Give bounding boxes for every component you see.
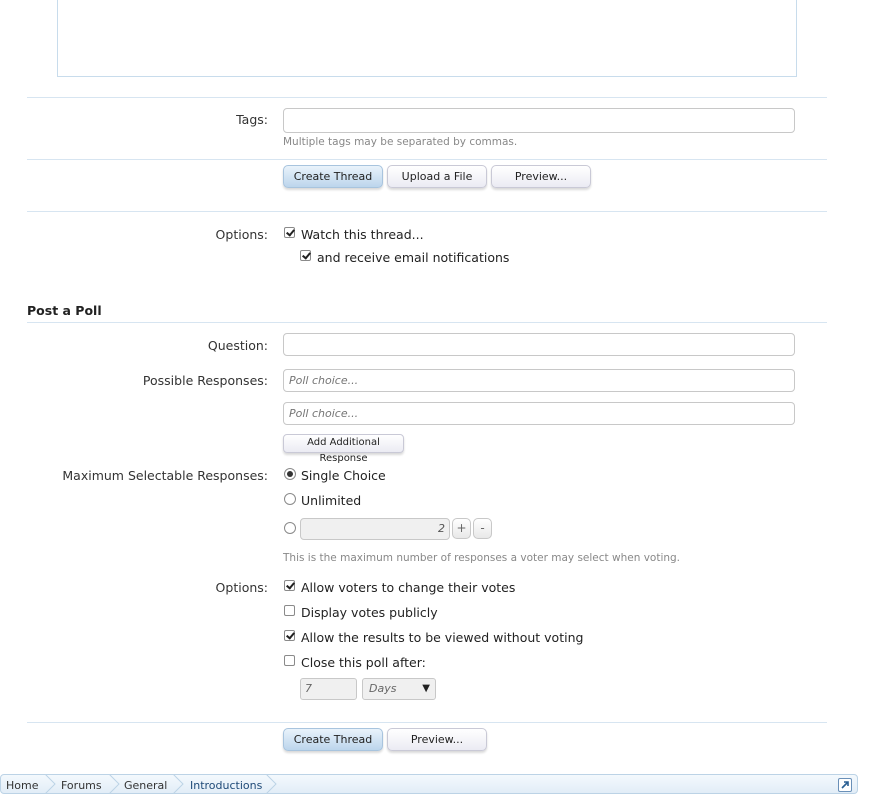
poll-choice-input-1[interactable] bbox=[283, 369, 795, 392]
watch-thread-label: Watch this thread... bbox=[301, 227, 424, 242]
chevron-down-icon: ▼ bbox=[422, 683, 430, 694]
upload-file-button[interactable]: Upload a File bbox=[387, 165, 487, 188]
unlimited-radio[interactable] bbox=[284, 493, 296, 505]
single-choice-radio[interactable] bbox=[284, 468, 296, 480]
breadcrumb: Home Forums General Introductions bbox=[0, 774, 858, 794]
create-thread-button-bottom[interactable]: Create Thread bbox=[283, 728, 383, 751]
email-notify-checkbox[interactable] bbox=[300, 250, 311, 261]
tags-input[interactable] bbox=[283, 108, 795, 133]
breadcrumb-forums[interactable]: Forums bbox=[61, 779, 102, 792]
breadcrumb-home[interactable]: Home bbox=[6, 779, 38, 792]
max-count-input[interactable]: 2 bbox=[300, 518, 450, 540]
breadcrumb-separator-icon bbox=[265, 774, 277, 794]
close-unit-value: Days bbox=[369, 682, 397, 695]
email-notify-label: and receive email notifications bbox=[317, 250, 510, 265]
max-responses-explain: This is the maximum number of responses … bbox=[283, 552, 681, 564]
increment-button[interactable]: + bbox=[452, 518, 471, 539]
question-label: Question: bbox=[207, 338, 268, 353]
add-response-button[interactable]: Add Additional Response bbox=[283, 434, 404, 464]
jump-to-icon[interactable] bbox=[838, 778, 852, 792]
unlimited-label: Unlimited bbox=[301, 493, 362, 508]
close-poll-label: Close this poll after: bbox=[301, 655, 426, 670]
divider bbox=[27, 322, 827, 323]
watch-thread-checkbox[interactable] bbox=[284, 227, 295, 238]
arrow-up-right-icon bbox=[841, 781, 849, 789]
close-after-input[interactable]: 7 bbox=[300, 678, 357, 700]
divider bbox=[27, 722, 827, 723]
breadcrumb-introductions[interactable]: Introductions bbox=[190, 779, 262, 792]
close-unit-select[interactable]: Days ▼ bbox=[362, 678, 436, 700]
create-thread-button[interactable]: Create Thread bbox=[283, 165, 383, 188]
allow-change-label: Allow voters to change their votes bbox=[301, 580, 516, 595]
divider bbox=[27, 211, 827, 212]
divider bbox=[27, 97, 827, 98]
close-poll-checkbox[interactable] bbox=[284, 655, 295, 666]
options-label: Options: bbox=[215, 227, 268, 242]
max-responses-label: Maximum Selectable Responses: bbox=[62, 468, 268, 483]
message-editor[interactable] bbox=[57, 0, 797, 77]
view-results-checkbox[interactable] bbox=[284, 630, 295, 641]
poll-section-title: Post a Poll bbox=[27, 303, 102, 318]
preview-button-bottom[interactable]: Preview... bbox=[387, 728, 487, 751]
responses-label: Possible Responses: bbox=[142, 373, 268, 388]
public-votes-label: Display votes publicly bbox=[301, 605, 438, 620]
tags-explain: Multiple tags may be separated by commas… bbox=[283, 136, 518, 148]
allow-change-checkbox[interactable] bbox=[284, 580, 295, 591]
tags-label: Tags: bbox=[236, 112, 268, 127]
poll-choice-input-2[interactable] bbox=[283, 402, 795, 425]
public-votes-checkbox[interactable] bbox=[284, 605, 295, 616]
decrement-button[interactable]: - bbox=[473, 518, 492, 539]
view-results-label: Allow the results to be viewed without v… bbox=[301, 630, 584, 645]
question-input[interactable] bbox=[283, 333, 795, 356]
single-choice-label: Single Choice bbox=[301, 468, 386, 483]
breadcrumb-general[interactable]: General bbox=[124, 779, 167, 792]
breadcrumb-separator-icon bbox=[172, 774, 184, 794]
breadcrumb-separator-icon bbox=[44, 774, 56, 794]
divider bbox=[27, 159, 827, 160]
count-radio[interactable] bbox=[284, 522, 296, 534]
poll-options-label: Options: bbox=[215, 580, 268, 595]
breadcrumb-separator-icon bbox=[108, 774, 120, 794]
preview-button[interactable]: Preview... bbox=[491, 165, 591, 188]
